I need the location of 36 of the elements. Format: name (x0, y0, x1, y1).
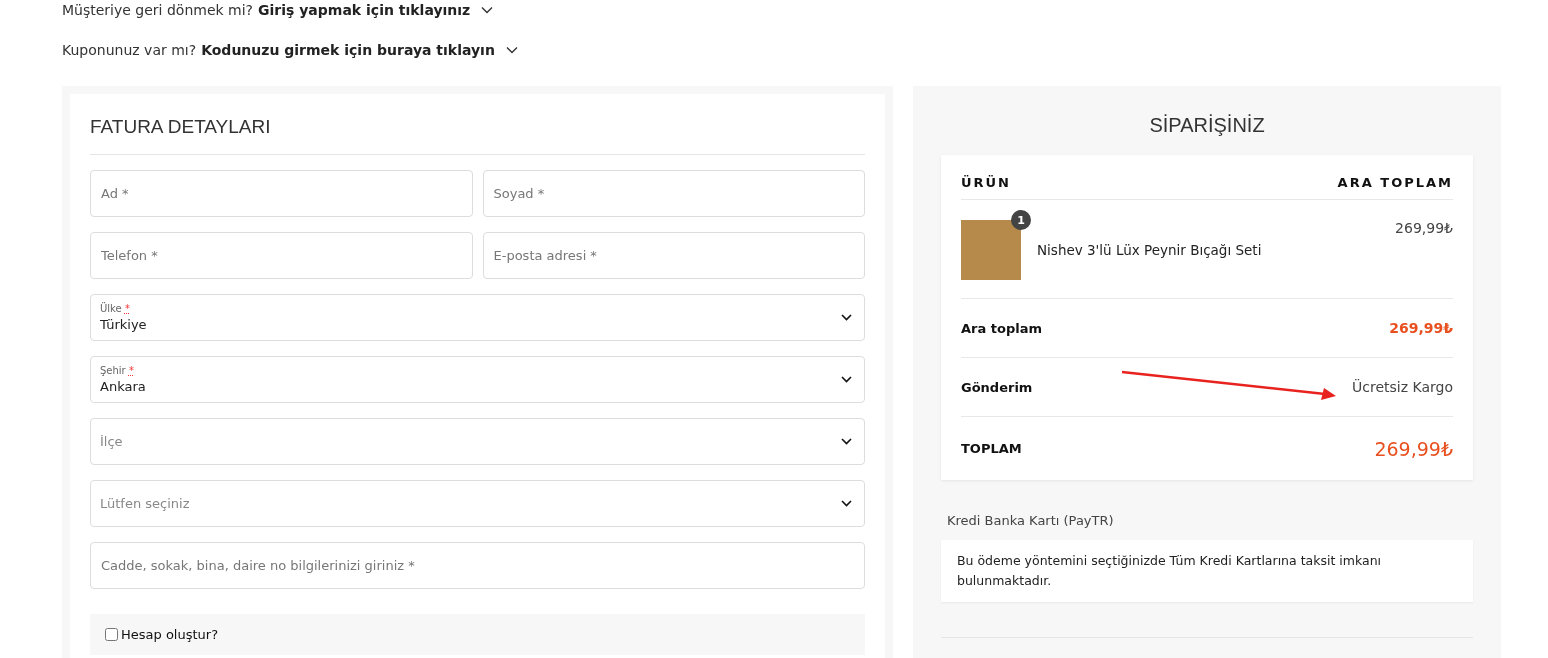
billing-title: FATURA DETAYLARI (90, 112, 865, 155)
select-field[interactable]: Şehir * Ankara (90, 356, 865, 403)
create-account-checkbox[interactable] (105, 628, 118, 641)
input-field[interactable]: Ad * (90, 170, 473, 217)
chevron-down-icon (481, 6, 494, 14)
chevron-down-icon (505, 46, 518, 54)
total-value: Ücretsiz Kargo (1352, 379, 1453, 395)
total-value: 269,99₺ (1374, 437, 1453, 460)
product-name: Nishev 3'lü Lüx Peynir Bıçağı Seti (1037, 242, 1263, 258)
input-field[interactable]: Soyad * (482, 170, 865, 217)
select-field[interactable]: İlçe (90, 418, 865, 465)
chevron-down-icon (841, 500, 852, 507)
total-value: 269,99₺ (1389, 320, 1453, 336)
chevron-down-icon (841, 376, 852, 383)
notice-text: Müşteriye geri dönmek mi? (62, 2, 254, 18)
notice-link[interactable]: Giriş yapmak için tıklayınız (258, 2, 471, 18)
payment-method-title: Kredi Banka Kartı (PayTR) (946, 513, 1114, 528)
input-field[interactable]: Cadde, sokak, bina, daire no bilgilerinizi giriniz * (90, 542, 865, 589)
total-label: Gönderim (961, 379, 1033, 395)
order-title: SİPARİŞİNİZ (1148, 113, 1266, 138)
input-field[interactable]: E-posta adresi * (482, 232, 865, 279)
quantity-badge: 1 (1011, 210, 1031, 230)
total-label: Ara toplam (961, 320, 1042, 336)
column-header: ÜRÜN (961, 175, 1011, 190)
notice-text: Kuponunuz var mı? (62, 42, 197, 58)
checkbox-label: Hesap oluştur? (121, 627, 219, 642)
product-price: 269,99₺ (1395, 220, 1453, 236)
input-field[interactable]: Telefon * (90, 232, 473, 279)
column-header: ARA TOPLAM (1337, 175, 1453, 190)
chevron-down-icon (841, 438, 852, 445)
payment-description: Bu ödeme yöntemini seçtiğinizde Tüm Kredi Kartlarına taksit imkanı bulunmaktadır. (957, 553, 1382, 588)
notice-link[interactable]: Kodunuzu girmek için buraya tıklayın (201, 42, 495, 58)
select-field[interactable]: Lütfen seçiniz (90, 480, 865, 527)
chevron-down-icon (841, 314, 852, 321)
total-label: TOPLAM (961, 441, 1022, 456)
select-field[interactable]: Ülke * Türkiye (90, 294, 865, 341)
